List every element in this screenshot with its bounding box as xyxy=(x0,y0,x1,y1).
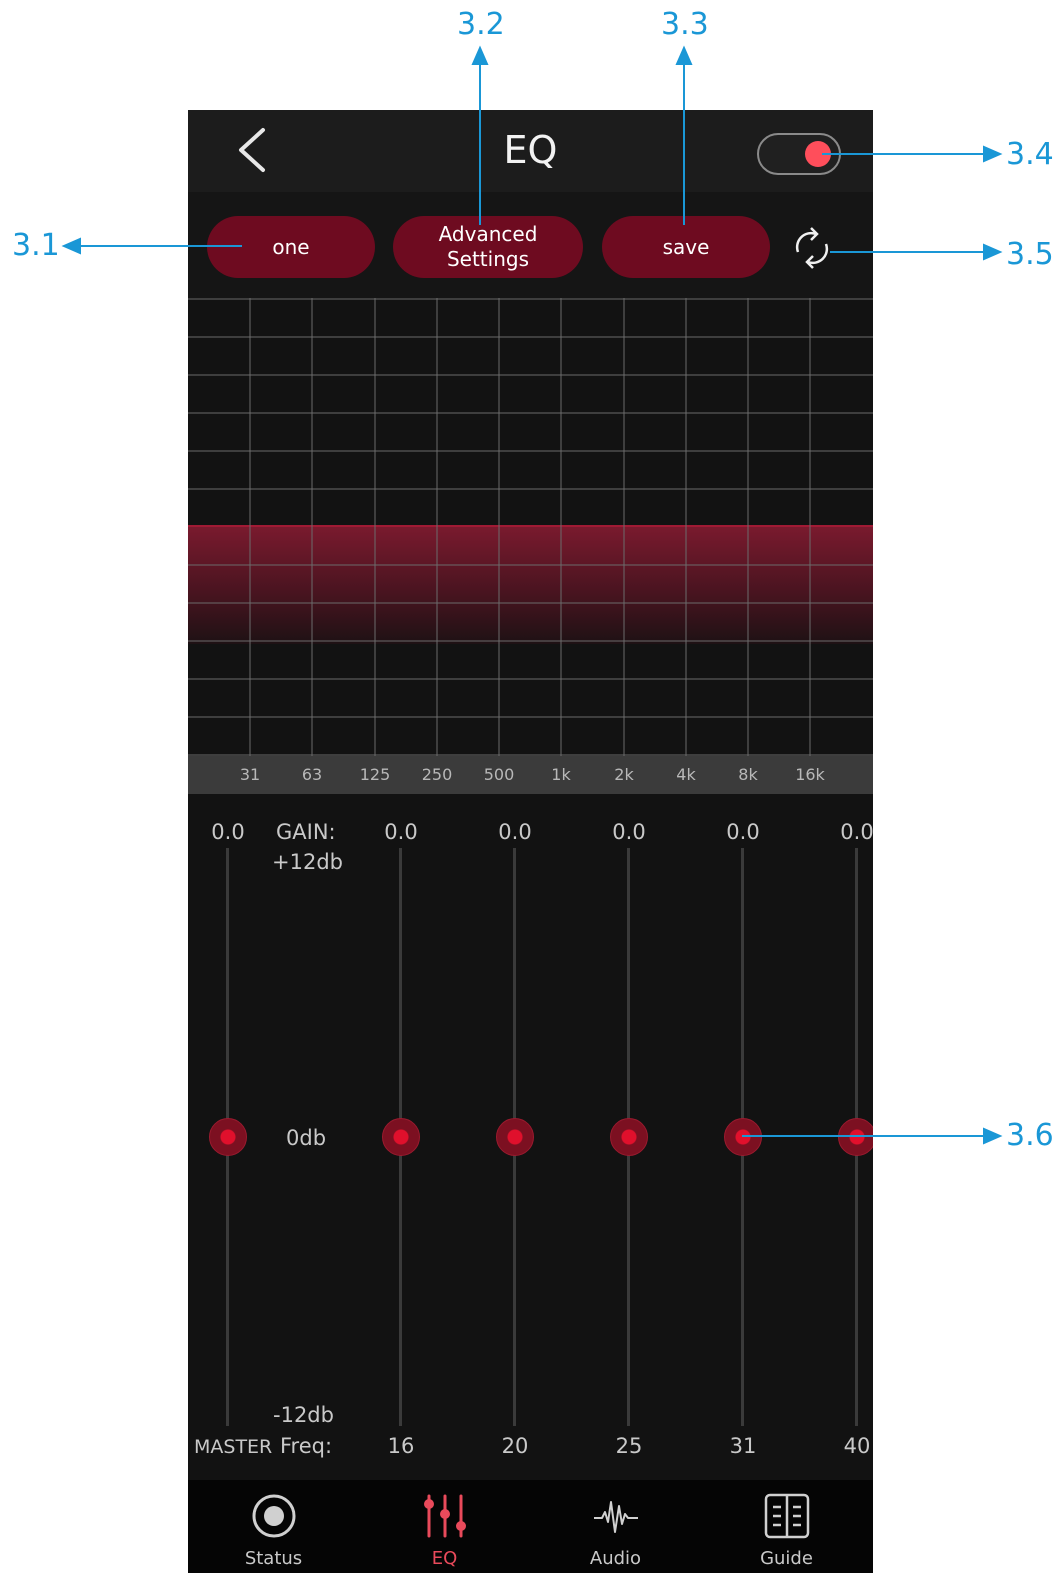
callout-3-2: 3.2 xyxy=(457,7,505,42)
master-value: 0.0 xyxy=(211,820,245,844)
band-slider-thumb[interactable] xyxy=(496,1118,534,1156)
gain-title: GAIN: xyxy=(276,820,336,844)
freq-tick: 8k xyxy=(738,765,758,784)
band-value: 0.0 xyxy=(840,820,873,844)
nav-label: Audio xyxy=(589,1548,642,1569)
nav-label: Guide xyxy=(760,1548,813,1569)
toggle-knob xyxy=(805,141,831,167)
waveform-icon xyxy=(593,1501,638,1533)
phone-screen: EQ one Advanced Settings save 31 63 125 … xyxy=(188,110,873,1573)
callout-3-6: 3.6 xyxy=(1006,1118,1054,1153)
nav-guide[interactable]: Guide xyxy=(701,1480,872,1573)
preset-toolbar: one Advanced Settings save xyxy=(188,192,873,298)
frequency-axis: 31 63 125 250 500 1k 2k 4k 8k 16k xyxy=(188,756,873,794)
nav-label: Status xyxy=(244,1548,303,1569)
band-freq-label: 20 xyxy=(501,1434,529,1458)
gain-min-label: -12db xyxy=(273,1403,334,1427)
advanced-settings-button[interactable]: Advanced Settings xyxy=(393,216,583,278)
reset-refresh-icon[interactable] xyxy=(788,224,836,272)
preset-label: one xyxy=(272,234,310,259)
nav-audio[interactable]: Audio xyxy=(530,1480,701,1573)
advanced-settings-label: Advanced Settings xyxy=(438,222,538,271)
freq-tick: 31 xyxy=(239,765,261,784)
nav-label: EQ xyxy=(431,1548,458,1569)
freq-tick: 500 xyxy=(483,765,515,784)
callout-3-1: 3.1 xyxy=(12,228,60,263)
callout-3-4: 3.4 xyxy=(1006,137,1054,172)
freq-tick: 16k xyxy=(795,765,825,784)
band-value: 0.0 xyxy=(726,820,760,844)
callout-3-3: 3.3 xyxy=(661,7,709,42)
gain-max-label: +12db xyxy=(272,850,343,874)
save-button[interactable]: save xyxy=(602,216,770,278)
freq-tick: 125 xyxy=(359,765,391,784)
gain-zero-label: 0db xyxy=(286,1126,327,1150)
freq-tick: 1k xyxy=(551,765,571,784)
band-value: 0.0 xyxy=(612,820,646,844)
eq-enable-toggle[interactable] xyxy=(757,133,841,175)
freq-tick: 250 xyxy=(421,765,453,784)
freq-caption: Freq: xyxy=(280,1434,333,1458)
save-label: save xyxy=(662,234,710,259)
book-icon xyxy=(764,1493,809,1539)
band-freq-label: 31 xyxy=(729,1434,757,1458)
freq-tick: 63 xyxy=(301,765,323,784)
bottom-nav: Status EQ Audio Guide xyxy=(188,1480,873,1573)
eq-curve-fill xyxy=(188,526,873,644)
nav-status[interactable]: Status xyxy=(188,1480,359,1573)
band-slider-thumb[interactable] xyxy=(610,1118,648,1156)
app-bar: EQ xyxy=(188,110,873,192)
master-label: MASTER xyxy=(194,1436,273,1458)
eq-response-graph xyxy=(188,298,873,756)
band-freq-label: 40 xyxy=(843,1434,871,1458)
freq-tick: 2k xyxy=(614,765,634,784)
band-slider-thumb[interactable] xyxy=(382,1118,420,1156)
equalizer-sliders-icon xyxy=(423,1494,466,1538)
band-slider-thumb[interactable] xyxy=(838,1118,873,1156)
band-freq-label: 25 xyxy=(615,1434,643,1458)
band-freq-label: 16 xyxy=(387,1434,415,1458)
callout-3-5: 3.5 xyxy=(1006,237,1054,272)
band-value: 0.0 xyxy=(498,820,532,844)
freq-tick: 4k xyxy=(676,765,696,784)
master-slider-thumb[interactable] xyxy=(209,1118,247,1156)
band-value: 0.0 xyxy=(384,820,418,844)
band-slider-thumb[interactable] xyxy=(724,1118,762,1156)
record-icon xyxy=(252,1494,295,1538)
nav-eq[interactable]: EQ xyxy=(359,1480,530,1573)
preset-select-button[interactable]: one xyxy=(207,216,375,278)
